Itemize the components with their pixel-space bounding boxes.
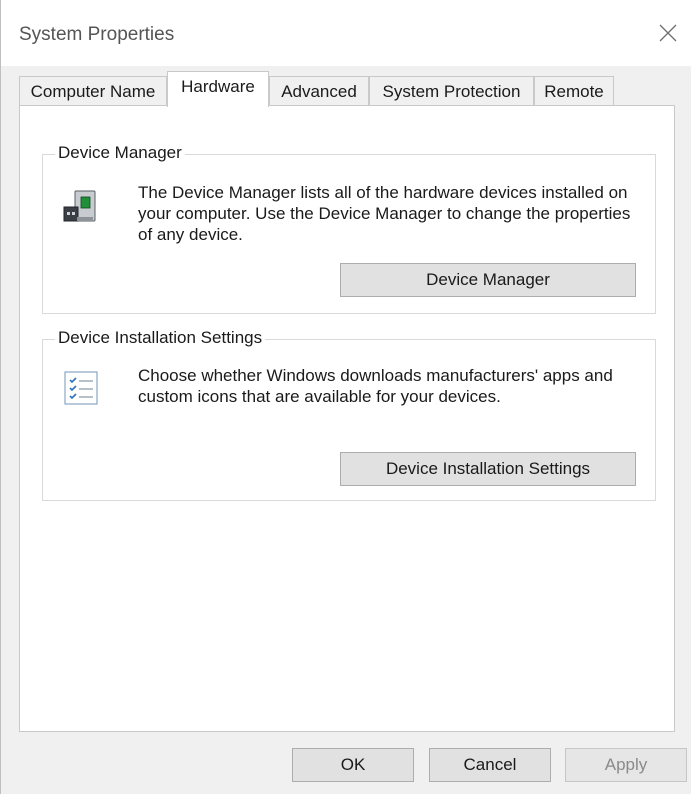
tab-hardware[interactable]: Hardware <box>167 71 269 107</box>
close-button[interactable] <box>645 14 691 54</box>
cancel-button[interactable]: Cancel <box>429 748 551 782</box>
title-bar: System Properties <box>1 0 691 66</box>
device-installation-settings-button[interactable]: Device Installation Settings <box>340 452 636 486</box>
tab-computer-name[interactable]: Computer Name <box>19 76 167 106</box>
device-manager-group: Device Manager The Device Manager lists … <box>42 143 656 314</box>
tab-advanced[interactable]: Advanced <box>269 76 369 106</box>
device-installation-description: Choose whether Windows downloads manufac… <box>138 366 613 406</box>
close-icon <box>659 24 677 42</box>
system-properties-window: System Properties Computer Name Hardware… <box>0 0 691 794</box>
hardware-tab-panel: Device Manager The Device Manager lists … <box>19 105 675 732</box>
tab-system-protection[interactable]: System Protection <box>369 76 534 106</box>
device-manager-description: The Device Manager lists all of the hard… <box>138 183 631 244</box>
checklist-icon <box>64 371 98 405</box>
device-installation-group-title: Device Installation Settings <box>55 328 266 348</box>
window-title: System Properties <box>19 24 175 45</box>
device-manager-button[interactable]: Device Manager <box>340 263 636 297</box>
device-manager-group-title: Device Manager <box>55 143 185 163</box>
device-installation-group: Device Installation Settings Choose whet… <box>42 328 656 501</box>
ok-button[interactable]: OK <box>292 748 414 782</box>
device-manager-icon <box>63 190 96 222</box>
apply-button[interactable]: Apply <box>565 748 687 782</box>
tab-remote[interactable]: Remote <box>534 76 614 106</box>
